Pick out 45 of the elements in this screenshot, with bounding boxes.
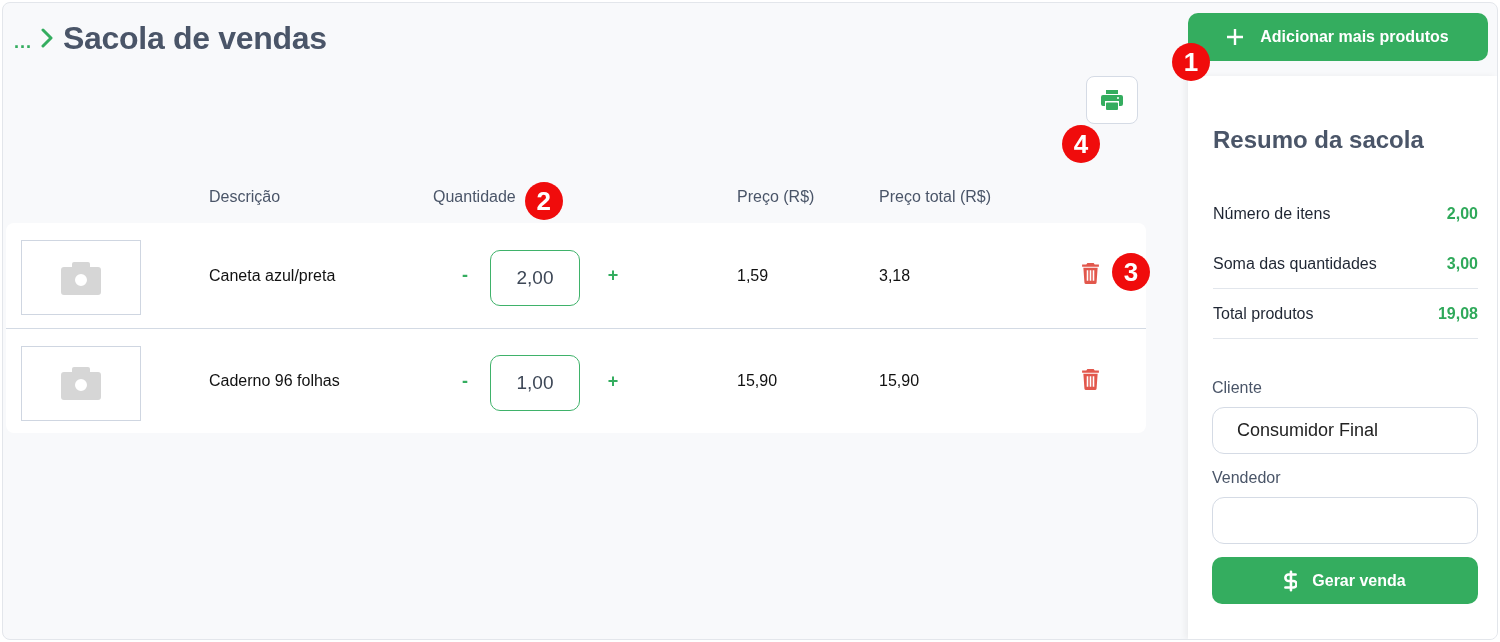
page-title: Sacola de vendas [63,19,327,58]
column-header: Quantidade [433,188,516,206]
plus-icon [1227,29,1244,45]
decrement-button[interactable]: - [457,370,473,392]
field-label: Vendedor [1212,468,1282,488]
input-field[interactable]: Consumidor Final [1212,407,1478,454]
breadcrumb-ellipsis[interactable]: ... [14,33,32,51]
callout-marker: 4 [1062,125,1100,163]
camera-icon [61,260,101,295]
camera-icon [61,366,101,400]
unit-price: 15,90 [737,372,778,389]
product-description: Caderno 96 folhas [209,372,340,389]
summary-label: Soma das quantidades [1213,254,1377,273]
increment-button[interactable]: + [605,265,621,286]
printer-icon [1101,90,1123,110]
increment-button[interactable]: + [605,370,621,392]
quantity-field[interactable]: 2,00 [490,249,580,306]
callout-marker: 1 [1172,43,1210,81]
trash-icon [1082,263,1099,284]
column-header: Descrição [209,188,281,206]
column-header: Preço (R$) [737,188,815,206]
print-button[interactable] [1086,76,1138,124]
summary-value: 3,00 [1446,254,1478,273]
summary-label: Total produtos [1213,304,1314,323]
product-description: Caneta azul/preta [209,266,336,284]
unit-price: 1,59 [737,266,769,284]
quantity-field[interactable]: 1,00 [490,355,580,411]
total-price: 15,90 [879,372,920,389]
summary-label: Número de itens [1213,205,1331,223]
trash-icon [1082,368,1099,390]
callout-marker: 3 [1112,253,1150,291]
delete-button[interactable] [1082,368,1099,390]
summary-title: Resumo da sacola [1213,125,1425,155]
summary-value: 19,08 [1437,304,1478,323]
total-price: 3,18 [879,266,911,284]
column-header: Preço total (R$) [879,188,992,206]
chevron-right-icon [41,28,53,48]
delete-button[interactable] [1082,263,1099,284]
summary-value: 2,00 [1446,205,1478,223]
generate-sale-button[interactable]: Gerar venda [1212,557,1478,604]
callout-marker: 2 [524,182,563,220]
field-label: Cliente [1212,378,1263,398]
dollar-icon [1284,569,1298,592]
input-field[interactable] [1212,497,1478,544]
decrement-button[interactable]: - [457,265,473,286]
